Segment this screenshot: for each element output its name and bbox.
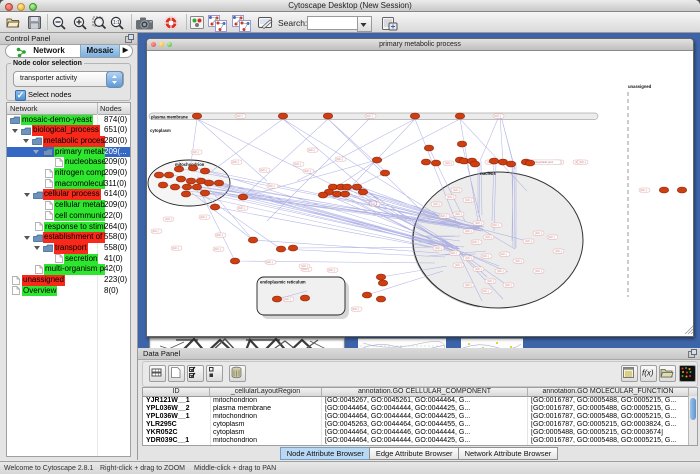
svg-text:(GO..): (GO..) (505, 284, 512, 287)
svg-text:(GO..): (GO..) (640, 189, 647, 192)
svg-text:(GO..): (GO..) (475, 222, 482, 225)
svg-text:(GO..): (GO..) (302, 268, 309, 271)
svg-text:(GO..): (GO..) (465, 284, 472, 287)
svg-text:(GO..): (GO..) (482, 255, 489, 258)
svg-text:(GO..): (GO..) (192, 151, 199, 154)
svg-text:(GO..): (GO..) (482, 290, 489, 293)
svg-text:(GO..): (GO..) (200, 216, 207, 219)
svg-text:(GO..): (GO..) (535, 232, 542, 235)
svg-text:(GO..): (GO..) (236, 115, 243, 118)
svg-text:cytoplasm: cytoplasm (150, 128, 171, 133)
svg-text:(GO..): (GO..) (352, 308, 359, 311)
svg-text:(GO..): (GO..) (465, 230, 472, 233)
svg-text:(GO..): (GO..) (579, 161, 586, 164)
svg-text:(GO..): (GO..) (328, 269, 335, 272)
svg-text:(GO..): (GO..) (497, 270, 504, 273)
svg-text:nucleus: nucleus (480, 171, 496, 176)
svg-text:(GO..): (GO..) (304, 170, 311, 173)
svg-text:(GO..): (GO..) (447, 196, 454, 199)
svg-text:(GO..): (GO..) (487, 280, 494, 283)
svg-text:(GO..): (GO..) (445, 162, 452, 165)
svg-text:(GO..): (GO..) (453, 189, 460, 192)
svg-text:(GO..): (GO..) (266, 261, 273, 264)
svg-text:(GO..): (GO..) (475, 268, 482, 271)
svg-text:(GO..): (GO..) (500, 253, 507, 256)
svg-text:(GO..): (GO..) (492, 224, 499, 227)
svg-text:(GO..): (GO..) (455, 264, 462, 267)
svg-text:(GO..): (GO..) (216, 234, 223, 237)
svg-text:(GO..): (GO..) (465, 199, 472, 202)
svg-text:(GO..): (GO..) (555, 250, 562, 253)
svg-text:(GO..): (GO..) (214, 248, 221, 251)
svg-text:unassigned: unassigned (628, 84, 652, 89)
svg-text:(GO..): (GO..) (172, 247, 179, 250)
svg-text:(GO..): (GO..) (525, 240, 532, 243)
svg-text:(GO..): (GO..) (472, 241, 479, 244)
svg-text:(GO..): (GO..) (232, 161, 239, 164)
svg-text:(GO..): (GO..) (435, 247, 442, 250)
svg-text:(GO..): (GO..) (494, 115, 501, 118)
svg-text:(GO..): (GO..) (455, 213, 462, 216)
svg-text:(GO..): (GO..) (548, 236, 555, 239)
svg-text:(GO..): (GO..) (433, 203, 440, 206)
svg-text:(GO..): (GO..) (366, 115, 373, 118)
svg-text:(GO..): (GO..) (152, 230, 159, 233)
svg-text:(GO..): (GO..) (515, 260, 522, 263)
svg-text:(GO..): (GO..) (301, 265, 308, 268)
svg-text:(GO..): (GO..) (268, 185, 275, 188)
svg-text:(GO..): (GO..) (450, 252, 457, 255)
svg-text:endoplasmic reticulum: endoplasmic reticulum (260, 280, 306, 285)
svg-text:(GO..): (GO..) (260, 169, 267, 172)
svg-text:(GO..): (GO..) (535, 270, 542, 273)
svg-text:(GO..): (GO..) (238, 207, 245, 210)
svg-text:(GO..): (GO..) (465, 257, 472, 260)
svg-text:1:1: 1:1 (113, 20, 120, 26)
svg-text:(GO..): (GO..) (294, 163, 301, 166)
svg-text:(GO..): (GO..) (284, 298, 291, 301)
svg-text:(GO..): (GO..) (440, 215, 447, 218)
svg-text:plasma membrane: plasma membrane (151, 114, 188, 119)
svg-text:(GO..): (GO..) (485, 236, 492, 239)
svg-text:(GO..): (GO..) (336, 158, 343, 161)
svg-text:f(x): f(x) (642, 369, 654, 378)
svg-text:(GO..): (GO..) (165, 218, 172, 221)
svg-text:(GO..): (GO..) (308, 149, 315, 152)
